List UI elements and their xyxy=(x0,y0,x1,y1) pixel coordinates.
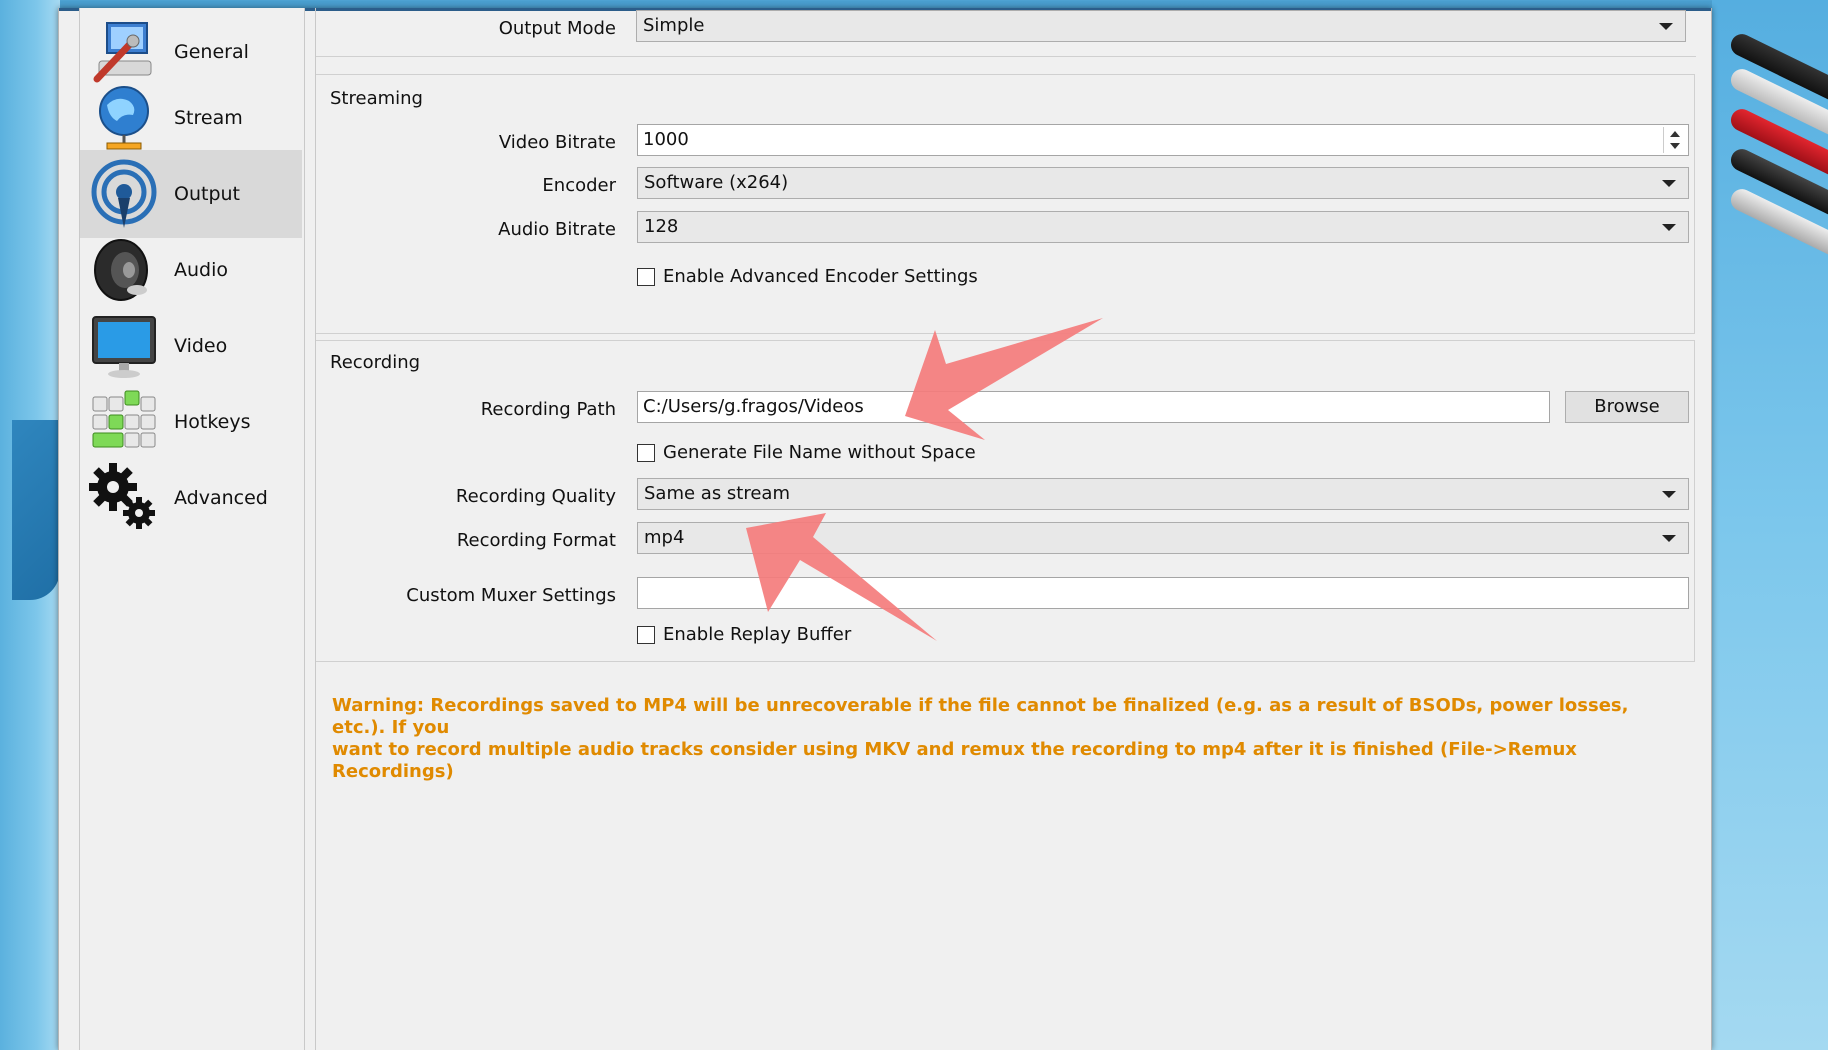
sidebar-item-advanced[interactable]: Advanced xyxy=(80,454,302,542)
output-mode-label: Output Mode xyxy=(498,18,616,39)
video-bitrate-input[interactable]: 1000 xyxy=(637,124,1689,156)
recording-group-title: Recording xyxy=(330,352,421,373)
chevron-down-icon xyxy=(1662,224,1676,231)
chevron-down-icon xyxy=(1662,180,1676,187)
generate-filename-label: Generate File Name without Space xyxy=(663,442,976,463)
settings-sidebar: General Stream Output Audio Video Hotkey… xyxy=(79,8,305,1050)
gears-icon xyxy=(84,458,164,538)
sidebar-item-label: Audio xyxy=(174,259,229,281)
advanced-encoder-label: Enable Advanced Encoder Settings xyxy=(663,266,978,287)
spinbox-arrows-icon[interactable] xyxy=(1663,127,1686,153)
advanced-encoder-checkbox-row[interactable]: Enable Advanced Encoder Settings xyxy=(637,266,978,287)
broadcast-icon xyxy=(84,154,164,234)
sidebar-item-output[interactable]: Output xyxy=(80,150,302,238)
settings-window: General Stream Output Audio Video Hotkey… xyxy=(58,8,1712,1050)
browse-button[interactable]: Browse xyxy=(1565,391,1689,423)
recording-path-input[interactable]: C:/Users/g.fragos/Videos xyxy=(637,391,1550,423)
chevron-down-icon xyxy=(1662,491,1676,498)
desktop-background-fold xyxy=(12,420,60,600)
recording-format-select[interactable]: mp4 xyxy=(637,522,1689,554)
chevron-down-icon xyxy=(1662,535,1676,542)
recording-format-label: Recording Format xyxy=(456,530,616,551)
divider xyxy=(316,56,1696,57)
sidebar-item-audio[interactable]: Audio xyxy=(80,226,302,314)
streaming-group-title: Streaming xyxy=(330,88,423,109)
encoder-label: Encoder xyxy=(542,175,616,196)
sidebar-item-stream[interactable]: Stream xyxy=(80,74,302,162)
video-bitrate-value: 1000 xyxy=(643,129,689,150)
speaker-icon xyxy=(84,230,164,310)
warning-line-1: Warning: Recordings saved to MP4 will be… xyxy=(332,695,1629,738)
output-settings-panel: Output Mode Simple Streaming Video Bitra… xyxy=(315,8,1696,1050)
streaming-group xyxy=(316,74,1695,334)
replay-buffer-checkbox[interactable] xyxy=(637,625,655,644)
recording-quality-select[interactable]: Same as stream xyxy=(637,478,1689,510)
warning-line-2: want to record multiple audio tracks con… xyxy=(332,739,1577,782)
encoder-value: Software (x264) xyxy=(644,172,789,193)
replay-buffer-checkbox-row[interactable]: Enable Replay Buffer xyxy=(637,624,851,645)
globe-icon xyxy=(84,78,164,158)
replay-buffer-label: Enable Replay Buffer xyxy=(663,624,852,645)
sidebar-item-label: Advanced xyxy=(174,487,268,509)
audio-bitrate-label: Audio Bitrate xyxy=(498,219,616,240)
generate-filename-checkbox[interactable] xyxy=(637,443,655,462)
advanced-encoder-checkbox[interactable] xyxy=(637,267,655,286)
audio-bitrate-value: 128 xyxy=(644,216,679,237)
custom-muxer-label: Custom Muxer Settings xyxy=(406,585,616,606)
sidebar-item-label: Hotkeys xyxy=(174,411,251,433)
sidebar-item-video[interactable]: Video xyxy=(80,302,302,390)
recording-path-value: C:/Users/g.fragos/Videos xyxy=(643,396,864,417)
monitor-icon xyxy=(84,306,164,386)
generate-filename-checkbox-row[interactable]: Generate File Name without Space xyxy=(637,442,976,463)
keyboard-icon xyxy=(84,382,164,462)
recording-quality-value: Same as stream xyxy=(644,483,790,504)
output-mode-select[interactable]: Simple xyxy=(636,10,1686,42)
output-mode-value: Simple xyxy=(643,15,705,36)
mp4-warning-text: Warning: Recordings saved to MP4 will be… xyxy=(332,695,1682,783)
custom-muxer-input[interactable] xyxy=(637,577,1689,609)
sidebar-item-label: Output xyxy=(174,183,240,205)
recording-path-label: Recording Path xyxy=(480,399,616,420)
sidebar-item-label: Stream xyxy=(174,107,243,129)
recording-quality-label: Recording Quality xyxy=(455,486,616,507)
sidebar-item-label: General xyxy=(174,41,249,63)
video-bitrate-label: Video Bitrate xyxy=(498,132,616,153)
sidebar-item-label: Video xyxy=(174,335,228,357)
encoder-select[interactable]: Software (x264) xyxy=(637,167,1689,199)
recording-format-value: mp4 xyxy=(644,527,685,548)
audio-bitrate-select[interactable]: 128 xyxy=(637,211,1689,243)
chevron-down-icon xyxy=(1659,23,1673,30)
sidebar-item-hotkeys[interactable]: Hotkeys xyxy=(80,378,302,466)
